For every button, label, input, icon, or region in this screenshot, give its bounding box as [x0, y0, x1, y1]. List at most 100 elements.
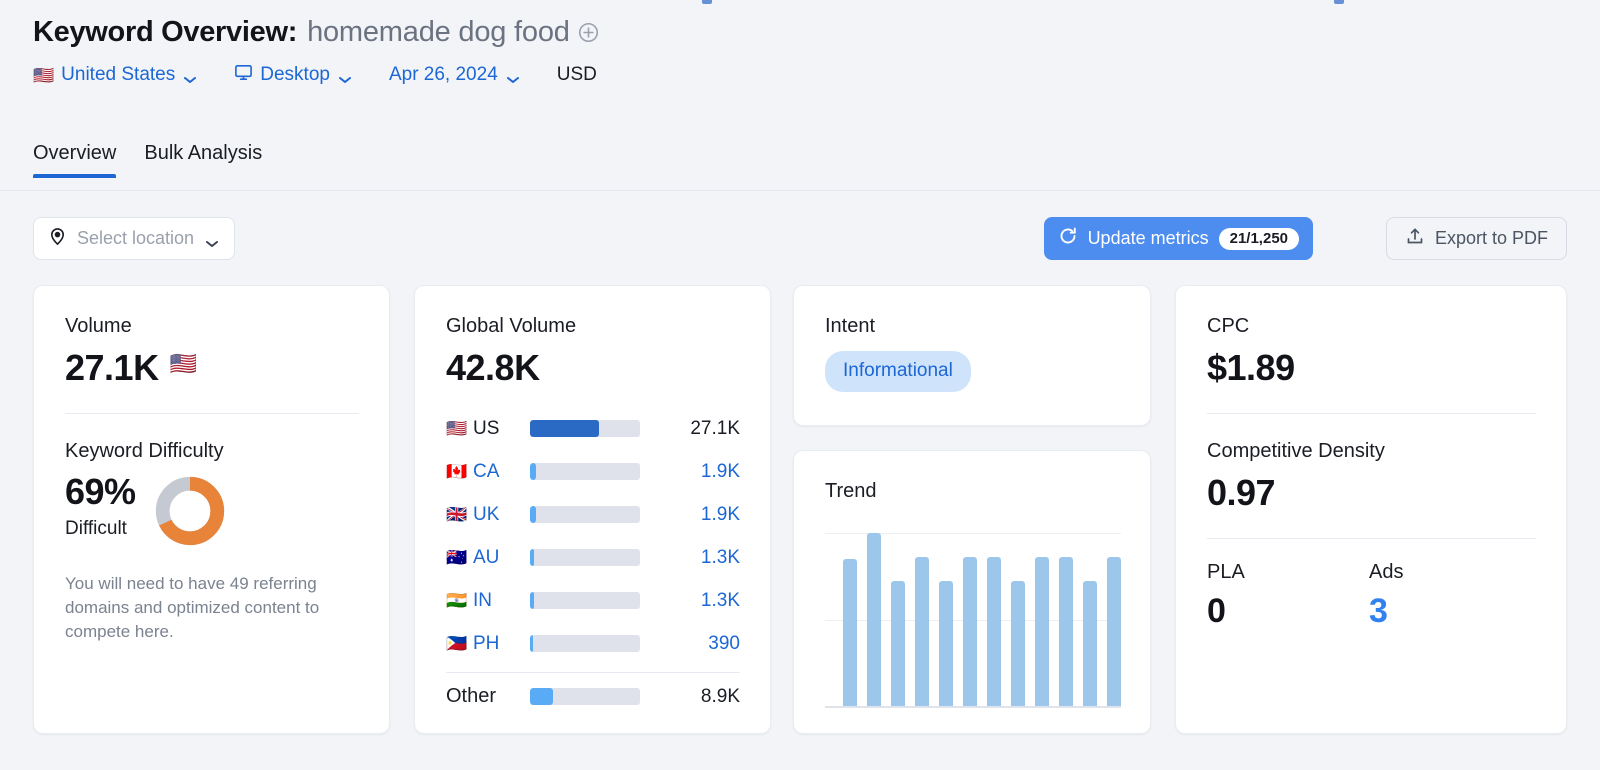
chart-bar[interactable]: [1059, 557, 1073, 706]
keyword-difficulty-label: Keyword Difficulty: [65, 439, 359, 463]
pla-value: 0: [1207, 592, 1369, 631]
tab-bulk-analysis[interactable]: Bulk Analysis: [144, 142, 262, 178]
page-title-prefix: Keyword Overview:: [33, 16, 297, 49]
update-metrics-count-badge: 21/1,250: [1219, 228, 1299, 250]
chart-bar[interactable]: [1035, 557, 1049, 706]
volume-card: Volume 27.1K 🇺🇸 Keyword Difficulty 69% D…: [33, 285, 390, 734]
country-code[interactable]: AU: [473, 547, 530, 569]
country-flag-icon: 🇨🇦: [446, 462, 473, 482]
other-label: Other: [446, 685, 530, 708]
volume-country-flag-icon: 🇺🇸: [170, 351, 197, 377]
date-label: Apr 26, 2024: [389, 64, 498, 86]
keyword-difficulty-value: 69%: [65, 471, 136, 513]
chart-bar[interactable]: [915, 557, 929, 706]
cpc-card-divider-2: [1207, 538, 1536, 539]
tab-overview[interactable]: Overview: [33, 142, 116, 178]
country-label: United States: [61, 64, 175, 86]
page-title: Keyword Overview: homemade dog food: [33, 16, 635, 49]
country-volume-value: 1.9K: [640, 461, 740, 483]
header-meta-row: 🇺🇸 United States Desktop: [33, 63, 635, 87]
country-flag-icon: 🇮🇳: [446, 591, 473, 611]
volume-bar-track: [530, 506, 640, 523]
intent-card: Intent Informational: [793, 285, 1151, 426]
chart-bar[interactable]: [1107, 557, 1121, 706]
tab-bar: Overview Bulk Analysis: [33, 142, 262, 178]
country-code[interactable]: CA: [473, 461, 530, 483]
add-keyword-icon[interactable]: [578, 22, 599, 43]
country-flag-icon: 🇬🇧: [446, 505, 473, 525]
global-volume-other-row: Other 8.9K: [446, 673, 740, 720]
volume-bar-fill: [530, 420, 599, 437]
page-title-keyword: homemade dog food: [307, 16, 570, 49]
volume-bar-fill: [530, 463, 536, 480]
country-code[interactable]: UK: [473, 504, 530, 526]
keyword-difficulty-note: You will need to have 49 referring domai…: [65, 572, 359, 644]
global-volume-row[interactable]: 🇮🇳IN1.3K: [446, 579, 740, 622]
country-code[interactable]: PH: [473, 633, 530, 655]
desktop-icon: [234, 63, 253, 87]
country-code[interactable]: IN: [473, 590, 530, 612]
update-metrics-button[interactable]: Update metrics 21/1,250: [1044, 217, 1313, 260]
global-volume-row[interactable]: 🇺🇸US 27.1K: [446, 407, 740, 450]
date-selector[interactable]: Apr 26, 2024: [389, 64, 519, 86]
volume-value: 27.1K: [65, 347, 159, 389]
global-volume-row[interactable]: 🇵🇭PH 390: [446, 622, 740, 665]
chart-bars-container: [825, 533, 1121, 706]
country-volume-value: 1.9K: [640, 504, 740, 526]
global-volume-label: Global Volume: [446, 314, 740, 338]
volume-bar-track: [530, 549, 640, 566]
country-volume-value: 27.1K: [640, 418, 740, 440]
chart-bar[interactable]: [939, 581, 953, 706]
chart-bar[interactable]: [987, 557, 1001, 706]
country-selector[interactable]: 🇺🇸 United States: [33, 64, 196, 86]
chart-bar[interactable]: [1083, 581, 1097, 706]
update-metrics-label: Update metrics: [1088, 228, 1209, 249]
volume-bar-fill: [530, 549, 534, 566]
trend-label: Trend: [825, 479, 1120, 503]
page-header: Keyword Overview: homemade dog food 🇺🇸 U…: [33, 16, 635, 87]
global-volume-value: 42.8K: [446, 347, 740, 389]
ads-value[interactable]: 3: [1369, 592, 1531, 631]
currency-indicator: USD: [557, 64, 597, 86]
chart-baseline: [825, 706, 1121, 708]
chevron-down-icon: [206, 235, 218, 243]
country-code: US: [473, 418, 530, 440]
intent-badge[interactable]: Informational: [825, 351, 971, 392]
chart-bar[interactable]: [1011, 581, 1025, 706]
chevron-down-icon: [184, 71, 196, 79]
global-volume-row[interactable]: 🇦🇺AU 1.3K: [446, 536, 740, 579]
global-volume-row[interactable]: 🇨🇦CA 1.9K: [446, 450, 740, 493]
chevron-down-icon: [507, 71, 519, 79]
pla-metric: PLA 0: [1207, 561, 1369, 631]
location-pin-icon: [48, 227, 67, 251]
tab-overview-label: Overview: [33, 142, 116, 164]
pla-ads-row: PLA 0 Ads 3: [1207, 561, 1536, 631]
keyword-overview-page: Keyword Overview: homemade dog food 🇺🇸 U…: [0, 0, 1600, 770]
keyword-difficulty-word: Difficult: [65, 518, 136, 540]
device-label: Desktop: [260, 64, 330, 86]
country-volume-value: 390: [640, 633, 740, 655]
device-selector[interactable]: Desktop: [234, 63, 351, 87]
export-to-pdf-button[interactable]: Export to PDF: [1386, 217, 1567, 260]
global-volume-card: Global Volume 42.8K 🇺🇸US27.1K🇨🇦CA1.9K🇬🇧U…: [414, 285, 771, 734]
global-volume-row[interactable]: 🇬🇧UK 1.9K: [446, 493, 740, 536]
intent-label: Intent: [825, 314, 1120, 338]
pla-label: PLA: [1207, 561, 1369, 584]
volume-card-divider: [65, 413, 359, 414]
global-volume-country-list: 🇺🇸US 27.1K 🇨🇦CA 1.9K 🇬🇧UK 1.9K 🇦🇺AU 1.3K 🇮🇳IN1.3…: [446, 407, 740, 665]
select-location-label: Select location: [77, 228, 194, 249]
country-volume-value: 1.3K: [640, 547, 740, 569]
chart-bar[interactable]: [867, 533, 881, 706]
export-to-pdf-label: Export to PDF: [1435, 228, 1548, 249]
cpc-value: $1.89: [1207, 347, 1536, 389]
cpc-card: CPC $1.89 Competitive Density 0.97 PLA 0…: [1175, 285, 1567, 734]
select-location-dropdown[interactable]: Select location: [33, 217, 235, 260]
chart-bar[interactable]: [891, 581, 905, 706]
trend-card: Trend: [793, 450, 1151, 734]
other-bar-fill: [530, 688, 553, 705]
country-flag-icon: 🇵🇭: [446, 634, 473, 654]
country-flag-icon: 🇦🇺: [446, 548, 473, 568]
chart-bar[interactable]: [963, 557, 977, 706]
country-flag-icon: 🇺🇸: [446, 419, 473, 439]
chart-bar[interactable]: [843, 559, 857, 706]
